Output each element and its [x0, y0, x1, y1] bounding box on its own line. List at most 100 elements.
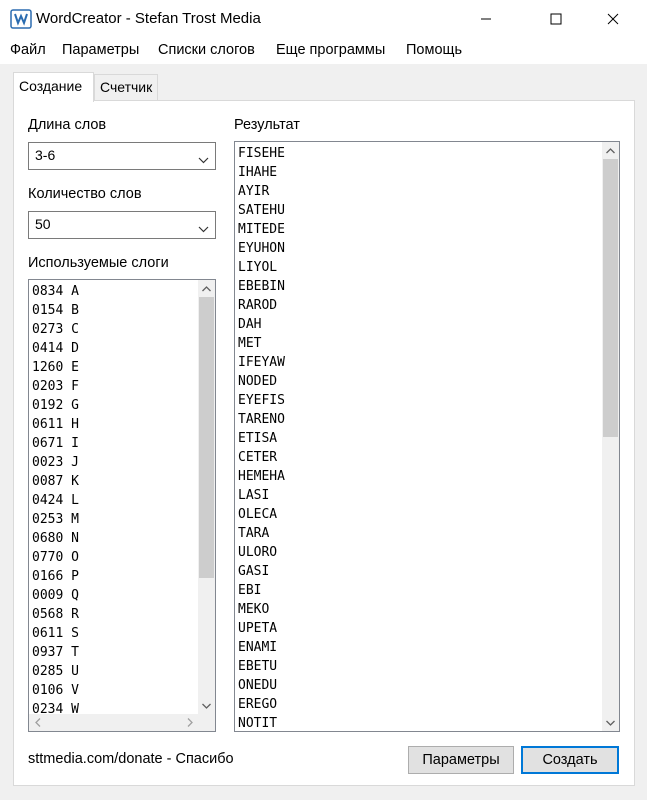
result-item[interactable]: EBEBIN [238, 277, 285, 296]
result-item[interactable]: FISEHE [238, 144, 285, 163]
result-item[interactable]: SATEHU [238, 201, 285, 220]
menu-file[interactable]: Файл [10, 42, 46, 58]
menu-syllable-lists[interactable]: Списки слогов [158, 42, 255, 58]
syllable-text: S [71, 626, 79, 641]
word-count-select[interactable]: 50 [28, 211, 216, 239]
result-item[interactable]: EYUHON [238, 239, 285, 258]
list-item[interactable]: 0568 R [32, 605, 79, 624]
minimize-button[interactable] [463, 0, 509, 38]
result-item[interactable]: IFEYAW [238, 353, 285, 372]
syllable-text: A [71, 284, 79, 299]
result-item[interactable]: AYIR [238, 182, 269, 201]
result-item[interactable]: EBI [238, 581, 261, 600]
word-length-select[interactable]: 3-6 [28, 142, 216, 170]
syllables-hscrollbar[interactable] [29, 714, 198, 731]
result-item[interactable]: MITEDE [238, 220, 285, 239]
result-item[interactable]: ONEDU [238, 676, 277, 695]
list-item[interactable]: 0087 K [32, 472, 79, 491]
syllables-list[interactable]: 0834 A 0154 B 0273 C 0414 D 1260 E 0203 F 0192… [28, 279, 216, 732]
list-item[interactable]: 0424 L [32, 491, 79, 510]
list-item[interactable]: 0273 C [32, 320, 79, 339]
list-item[interactable]: 0834 A [32, 282, 79, 301]
result-scroll-thumb[interactable] [603, 159, 618, 437]
result-item[interactable]: RAROD [238, 296, 277, 315]
title-bar: WordCreator - Stefan Trost Media [0, 0, 647, 38]
result-vscrollbar[interactable] [602, 142, 619, 731]
list-item[interactable]: 0285 U [32, 662, 79, 681]
tab-panel: Длина слов 3-6 Количество слов 50 Исполь… [13, 100, 635, 786]
syllable-count: 0671 [32, 436, 64, 451]
result-item[interactable]: ULORO [238, 543, 277, 562]
syllable-count: 0937 [32, 645, 64, 660]
create-button[interactable]: Создать [521, 746, 619, 774]
menu-more-programs[interactable]: Еще программы [276, 42, 385, 58]
syllable-count: 0424 [32, 493, 64, 508]
syllables-scroll-thumb[interactable] [199, 297, 214, 578]
result-item[interactable]: TARENO [238, 410, 285, 429]
syllable-text: G [71, 398, 79, 413]
result-item[interactable]: TARA [238, 524, 269, 543]
result-label: Результат [234, 117, 300, 133]
syllable-count: 0166 [32, 569, 64, 584]
donate-link[interactable]: sttmedia.com/donate - Спасибо [28, 751, 234, 767]
result-item[interactable]: HEMEHA [238, 467, 285, 486]
list-item[interactable]: 0611 H [32, 415, 79, 434]
syllable-count: 0414 [32, 341, 64, 356]
list-item[interactable]: 0234 W [32, 700, 79, 714]
scroll-down-icon[interactable] [602, 714, 619, 731]
result-item[interactable]: ENAMI [238, 638, 277, 657]
scroll-left-icon[interactable] [29, 714, 46, 731]
result-item[interactable]: CETER [238, 448, 277, 467]
scroll-up-icon[interactable] [198, 280, 215, 297]
list-item[interactable]: 0937 T [32, 643, 79, 662]
list-item[interactable]: 0009 Q [32, 586, 79, 605]
syllable-count: 0192 [32, 398, 64, 413]
syllable-count: 0611 [32, 417, 64, 432]
result-list[interactable]: FISEHE IHAHE AYIR SATEHU MITEDE EYUHON LIYOL EB… [234, 141, 620, 732]
syllables-rows: 0834 A 0154 B 0273 C 0414 D 1260 E 0203 F 0192… [29, 280, 197, 714]
menu-help[interactable]: Помощь [406, 42, 462, 58]
result-item[interactable]: LIYOL [238, 258, 277, 277]
syllable-count: 0234 [32, 702, 64, 714]
scroll-right-icon[interactable] [181, 714, 198, 731]
list-item[interactable]: 0611 S [32, 624, 79, 643]
list-item[interactable]: 0203 F [32, 377, 79, 396]
tab-create[interactable]: Создание [13, 72, 94, 102]
result-item[interactable]: GASI [238, 562, 269, 581]
list-item[interactable]: 0770 O [32, 548, 79, 567]
list-item[interactable]: 0106 V [32, 681, 79, 700]
syllables-vscrollbar[interactable] [198, 280, 215, 714]
syllable-count: 0009 [32, 588, 64, 603]
maximize-button[interactable] [533, 0, 579, 38]
close-button[interactable] [590, 0, 636, 38]
list-item[interactable]: 0671 I [32, 434, 79, 453]
settings-button[interactable]: Параметры [408, 746, 514, 774]
scroll-up-icon[interactable] [602, 142, 619, 159]
list-item[interactable]: 0680 N [32, 529, 79, 548]
result-item[interactable]: EBETU [238, 657, 277, 676]
list-item[interactable]: 1260 E [32, 358, 79, 377]
scroll-down-icon[interactable] [198, 697, 215, 714]
result-item[interactable]: LASI [238, 486, 269, 505]
list-item[interactable]: 0414 D [32, 339, 79, 358]
result-item[interactable]: MET [238, 334, 261, 353]
list-item[interactable]: 0154 B [32, 301, 79, 320]
menu-settings[interactable]: Параметры [62, 42, 139, 58]
result-item[interactable]: NODED [238, 372, 277, 391]
list-item[interactable]: 0023 J [32, 453, 79, 472]
list-item[interactable]: 0192 G [32, 396, 79, 415]
list-item[interactable]: 0166 P [32, 567, 79, 586]
result-item[interactable]: ETISA [238, 429, 277, 448]
result-item[interactable]: NOTIT [238, 714, 277, 731]
result-item[interactable]: UPETA [238, 619, 277, 638]
syllable-text: L [71, 493, 79, 508]
tab-counter[interactable]: Счетчик [94, 74, 158, 100]
list-item[interactable]: 0253 M [32, 510, 79, 529]
result-item[interactable]: OLECA [238, 505, 277, 524]
result-item[interactable]: DAH [238, 315, 261, 334]
result-item[interactable]: EREGO [238, 695, 277, 714]
result-item[interactable]: EYEFIS [238, 391, 285, 410]
result-item[interactable]: MEKO [238, 600, 269, 619]
result-item[interactable]: IHAHE [238, 163, 277, 182]
syllable-count: 0611 [32, 626, 64, 641]
